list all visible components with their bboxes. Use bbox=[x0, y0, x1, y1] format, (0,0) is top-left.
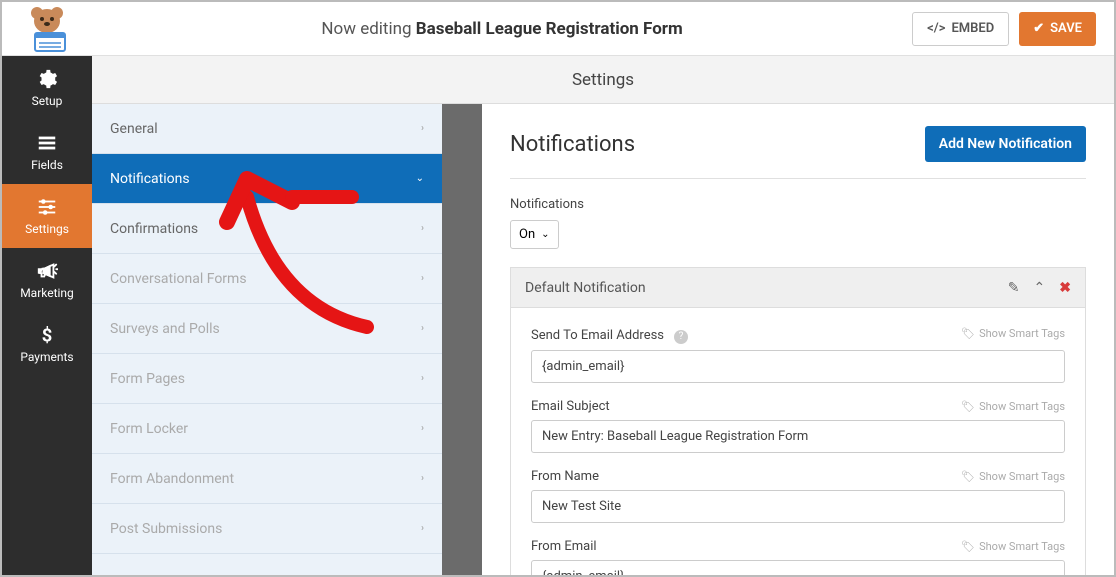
sliders-icon bbox=[36, 196, 58, 218]
nav-label: Marketing bbox=[20, 286, 74, 300]
chevron-right-icon: › bbox=[421, 323, 424, 334]
submenu-label: Form Locker bbox=[110, 421, 188, 437]
save-button[interactable]: ✔ SAVE bbox=[1019, 12, 1096, 46]
panel-title: Notifications bbox=[510, 132, 635, 157]
from-name-input[interactable] bbox=[531, 490, 1065, 523]
chevron-right-icon: › bbox=[421, 473, 424, 484]
subject-input[interactable] bbox=[531, 420, 1065, 453]
main-panel: Notifications Add New Notification Notif… bbox=[482, 104, 1114, 575]
chevron-right-icon: › bbox=[421, 423, 424, 434]
notifications-toggle[interactable]: On ⌄ bbox=[510, 220, 559, 249]
submenu-general[interactable]: General › bbox=[92, 104, 442, 154]
nav-marketing[interactable]: Marketing bbox=[2, 248, 92, 312]
chevron-right-icon: › bbox=[421, 223, 424, 234]
notification-block: Default Notification ✎ ⌃ ✖ Send To Email… bbox=[510, 267, 1086, 575]
show-smart-tags[interactable]: 🏷 Show Smart Tags bbox=[961, 470, 1065, 483]
show-smart-tags[interactable]: 🏷 Show Smart Tags bbox=[961, 327, 1065, 340]
wpforms-logo[interactable] bbox=[2, 2, 92, 56]
delete-icon[interactable]: ✖ bbox=[1059, 280, 1071, 296]
subject-label: Email Subject bbox=[531, 399, 610, 414]
submenu-form-pages[interactable]: Form Pages › bbox=[92, 354, 442, 404]
page-title: Now editing Baseball League Registration… bbox=[92, 19, 912, 39]
svg-text:$: $ bbox=[42, 325, 53, 346]
dollar-icon: $ bbox=[36, 324, 58, 346]
show-smart-tags[interactable]: 🏷 Show Smart Tags bbox=[961, 540, 1065, 553]
submenu-label: Surveys and Polls bbox=[110, 321, 220, 337]
from-email-input[interactable] bbox=[531, 560, 1065, 576]
chevron-right-icon: › bbox=[421, 373, 424, 384]
nav-settings[interactable]: Settings bbox=[2, 184, 92, 248]
submenu-label: General bbox=[110, 121, 158, 137]
chevron-down-icon: ⌄ bbox=[416, 173, 424, 184]
code-icon: </> bbox=[927, 21, 945, 36]
nav-fields[interactable]: Fields bbox=[2, 120, 92, 184]
nav-setup[interactable]: Setup bbox=[2, 56, 92, 120]
gear-icon bbox=[36, 68, 58, 90]
nav-label: Payments bbox=[20, 350, 73, 364]
chevron-right-icon: › bbox=[421, 123, 424, 134]
chevron-right-icon: › bbox=[421, 523, 424, 534]
tag-icon: 🏷 bbox=[961, 400, 975, 413]
settings-header: Settings bbox=[92, 56, 1114, 104]
bullhorn-icon bbox=[36, 260, 58, 282]
submenu-label: Form Pages bbox=[110, 371, 185, 387]
edit-icon[interactable]: ✎ bbox=[1008, 280, 1020, 296]
from-email-label: From Email bbox=[531, 539, 597, 554]
from-name-label: From Name bbox=[531, 469, 599, 484]
submenu-confirmations[interactable]: Confirmations › bbox=[92, 204, 442, 254]
settings-submenu: General › Notifications ⌄ Confirmations … bbox=[92, 104, 442, 575]
submenu-label: Form Abandonment bbox=[110, 471, 234, 487]
send-to-input[interactable] bbox=[531, 350, 1065, 383]
add-new-notification-button[interactable]: Add New Notification bbox=[925, 126, 1086, 162]
tag-icon: 🏷 bbox=[961, 470, 975, 483]
check-icon: ✔ bbox=[1033, 21, 1044, 36]
submenu-notifications[interactable]: Notifications ⌄ bbox=[92, 154, 442, 204]
notification-block-title: Default Notification bbox=[525, 280, 646, 296]
nav-label: Settings bbox=[25, 222, 69, 236]
submenu-label: Notifications bbox=[110, 171, 190, 187]
nav-label: Fields bbox=[31, 158, 63, 172]
chevron-right-icon: › bbox=[421, 273, 424, 284]
submenu-conversational-forms[interactable]: Conversational Forms › bbox=[92, 254, 442, 304]
submenu-post-submissions[interactable]: Post Submissions › bbox=[92, 504, 442, 554]
chevron-down-icon: ⌄ bbox=[541, 229, 549, 240]
submenu-form-locker[interactable]: Form Locker › bbox=[92, 404, 442, 454]
submenu-label: Post Submissions bbox=[110, 521, 222, 537]
collapse-icon[interactable]: ⌃ bbox=[1034, 280, 1046, 296]
nav-label: Setup bbox=[32, 94, 63, 108]
submenu-label: Conversational Forms bbox=[110, 271, 247, 287]
list-icon bbox=[36, 132, 58, 154]
panel-divider bbox=[442, 104, 482, 575]
nav-payments[interactable]: $ Payments bbox=[2, 312, 92, 376]
tag-icon: 🏷 bbox=[961, 327, 975, 340]
tag-icon: 🏷 bbox=[961, 540, 975, 553]
show-smart-tags[interactable]: 🏷 Show Smart Tags bbox=[961, 400, 1065, 413]
left-nav: Setup Fields Settings Marketing $ Paymen… bbox=[2, 56, 92, 575]
help-icon[interactable]: ? bbox=[674, 330, 688, 344]
submenu-form-abandonment[interactable]: Form Abandonment › bbox=[92, 454, 442, 504]
send-to-label: Send To Email Address bbox=[531, 328, 664, 343]
submenu-label: Confirmations bbox=[110, 221, 198, 237]
embed-button[interactable]: </> EMBED bbox=[912, 12, 1009, 46]
notifications-toggle-label: Notifications bbox=[510, 197, 1086, 212]
submenu-surveys-polls[interactable]: Surveys and Polls › bbox=[92, 304, 442, 354]
